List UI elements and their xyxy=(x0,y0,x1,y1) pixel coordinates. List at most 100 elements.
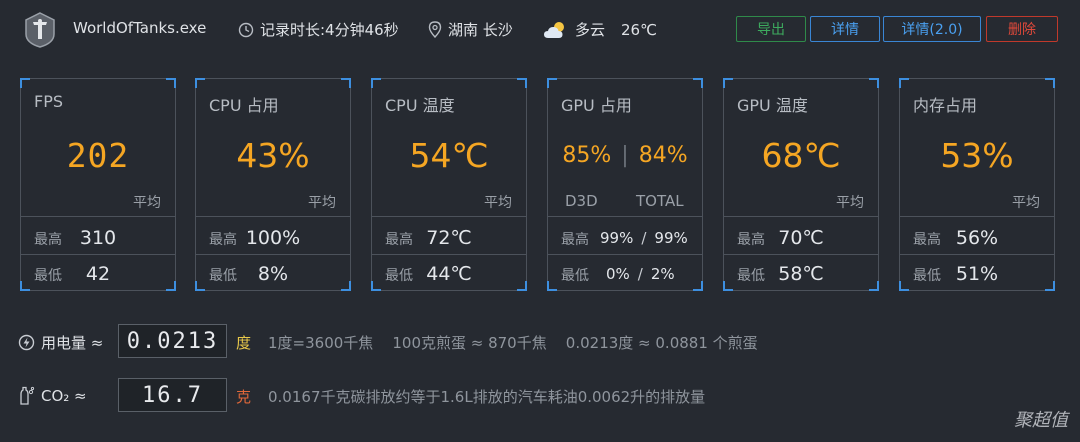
gpu-max-d3d: 99% xyxy=(600,229,634,247)
fps-average-value: 202 xyxy=(66,136,130,175)
location-pin-icon xyxy=(428,21,442,38)
total-label: TOTAL xyxy=(636,192,684,210)
power-icon xyxy=(18,334,35,351)
gpu-temp-min-value: 58℃ xyxy=(778,263,824,285)
detail-v2-button[interactable]: 详情(2.0) xyxy=(883,16,981,42)
record-duration-text: 记录时长:4分钟46秒 xyxy=(260,21,399,39)
detail-button[interactable]: 详情 xyxy=(810,16,880,42)
corner-accent xyxy=(547,78,557,88)
gpu-temp-card: GPU 温度 68℃ 平均 最高 70℃ 最低 58℃ xyxy=(723,78,879,291)
divider xyxy=(724,254,878,255)
co2-icon xyxy=(20,386,35,405)
fps-card: FPS 202 平均 最高 310 最低 42 xyxy=(20,78,176,291)
slash: / xyxy=(637,265,643,283)
cpu-temp-max-value: 72℃ xyxy=(426,227,472,249)
divider xyxy=(196,254,350,255)
card-title: GPU 占用 xyxy=(561,96,632,115)
average-label: 平均 xyxy=(308,195,336,211)
gpu-usage-split: 85% | 84% xyxy=(548,143,702,168)
divider xyxy=(900,216,1054,217)
divider xyxy=(196,216,350,217)
card-title: CPU 温度 xyxy=(385,96,455,115)
divider xyxy=(372,254,526,255)
gpu-d3d-value: 85% xyxy=(562,143,612,168)
average-label: 平均 xyxy=(484,195,512,211)
corner-accent xyxy=(693,281,703,291)
cpu-usage-card: CPU 占用 43% 平均 最高 100% 最低 8% xyxy=(195,78,351,291)
memory-usage-max-value: 56% xyxy=(955,227,999,249)
divider xyxy=(21,254,175,255)
gpu-max-row: 99% / 99% xyxy=(600,229,688,247)
card-title: GPU 温度 xyxy=(737,96,808,115)
weather: 多云 26℃ xyxy=(543,19,657,40)
tank-logo-icon xyxy=(24,12,56,48)
power-note: 1度=3600千焦 100克煎蛋 ≈ 870千焦 0.0213度 ≈ 0.088… xyxy=(268,334,758,352)
power-row: 用电量 ≈ 0.0213 度 1度=3600千焦 100克煎蛋 ≈ 870千焦 … xyxy=(0,324,1080,358)
slash: / xyxy=(641,229,647,247)
corner-accent xyxy=(195,78,205,88)
cpu-usage-max-value: 100% xyxy=(245,227,301,249)
memory-usage-average-value: 53% xyxy=(940,136,1014,175)
watermark: 聚超值 xyxy=(1014,410,1068,431)
corner-accent xyxy=(1045,78,1055,88)
location-text: 湖南 长沙 xyxy=(448,21,513,39)
cpu-usage-min-value: 8% xyxy=(257,263,289,285)
gpu-temp-max-value: 70℃ xyxy=(778,227,824,249)
card-title: FPS xyxy=(34,92,64,111)
app-name: WorldOfTanks.exe xyxy=(73,19,207,37)
location: 湖南 长沙 xyxy=(428,19,513,40)
divider xyxy=(21,216,175,217)
corner-accent xyxy=(547,281,557,291)
card-title: CPU 占用 xyxy=(209,96,279,115)
gpu-total-value: 84% xyxy=(638,143,688,168)
corner-accent xyxy=(341,78,351,88)
weather-text: 多云 xyxy=(575,21,606,39)
co2-label-text: CO₂ ≈ xyxy=(41,386,87,405)
memory-usage-min-value: 51% xyxy=(955,263,999,285)
power-label-text: 用电量 ≈ xyxy=(41,334,104,352)
delete-button[interactable]: 删除 xyxy=(986,16,1058,42)
average-label: 平均 xyxy=(1012,195,1040,211)
max-label: 最高 xyxy=(561,232,589,248)
co2-unit: 克 xyxy=(236,388,252,406)
export-button[interactable]: 导出 xyxy=(736,16,806,42)
average-label: 平均 xyxy=(836,195,864,211)
header: WorldOfTanks.exe 记录时长:4分钟46秒 湖南 长沙 多云 26… xyxy=(0,0,1080,62)
fps-min-value: 42 xyxy=(85,263,111,285)
cpu-usage-average-value: 43% xyxy=(236,136,310,175)
gpu-temp-average-value: 68℃ xyxy=(761,136,841,175)
corner-accent xyxy=(371,78,381,88)
cpu-temp-min-value: 44℃ xyxy=(426,263,472,285)
average-label: 平均 xyxy=(133,195,161,211)
divider xyxy=(548,254,702,255)
gpu-min-row: 0% / 2% xyxy=(606,265,675,283)
separator: | xyxy=(621,143,629,168)
co2-label: CO₂ ≈ xyxy=(18,386,87,405)
corner-accent xyxy=(693,78,703,88)
gpu-min-d3d: 0% xyxy=(606,265,630,283)
corner-accent xyxy=(166,78,176,88)
card-title: 内存占用 xyxy=(913,96,978,115)
temperature-text: 26℃ xyxy=(621,20,657,39)
cpu-temp-card: CPU 温度 54℃ 平均 最高 72℃ 最低 44℃ xyxy=(371,78,527,291)
divider xyxy=(724,216,878,217)
corner-accent xyxy=(723,78,733,88)
corner-accent xyxy=(20,78,30,88)
min-label: 最低 xyxy=(561,268,589,284)
fps-max-value: 310 xyxy=(79,227,117,249)
power-display: 0.0213 xyxy=(118,324,227,358)
power-label: 用电量 ≈ xyxy=(18,332,103,353)
divider xyxy=(548,216,702,217)
d3d-label: D3D xyxy=(565,192,598,210)
gpu-min-total: 2% xyxy=(650,265,675,283)
divider xyxy=(372,216,526,217)
corner-accent xyxy=(517,78,527,88)
power-unit: 度 xyxy=(236,334,252,352)
co2-note: 0.0167千克碳排放约等于1.6L排放的汽车耗油0.0062升的排放量 xyxy=(268,388,706,406)
record-duration: 记录时长:4分钟46秒 xyxy=(238,19,399,40)
gpu-max-total: 99% xyxy=(654,229,688,247)
memory-usage-card: 内存占用 53% 平均 最高 56% 最低 51% xyxy=(899,78,1055,291)
corner-accent xyxy=(869,78,879,88)
corner-accent xyxy=(899,78,909,88)
clock-icon xyxy=(238,22,254,37)
